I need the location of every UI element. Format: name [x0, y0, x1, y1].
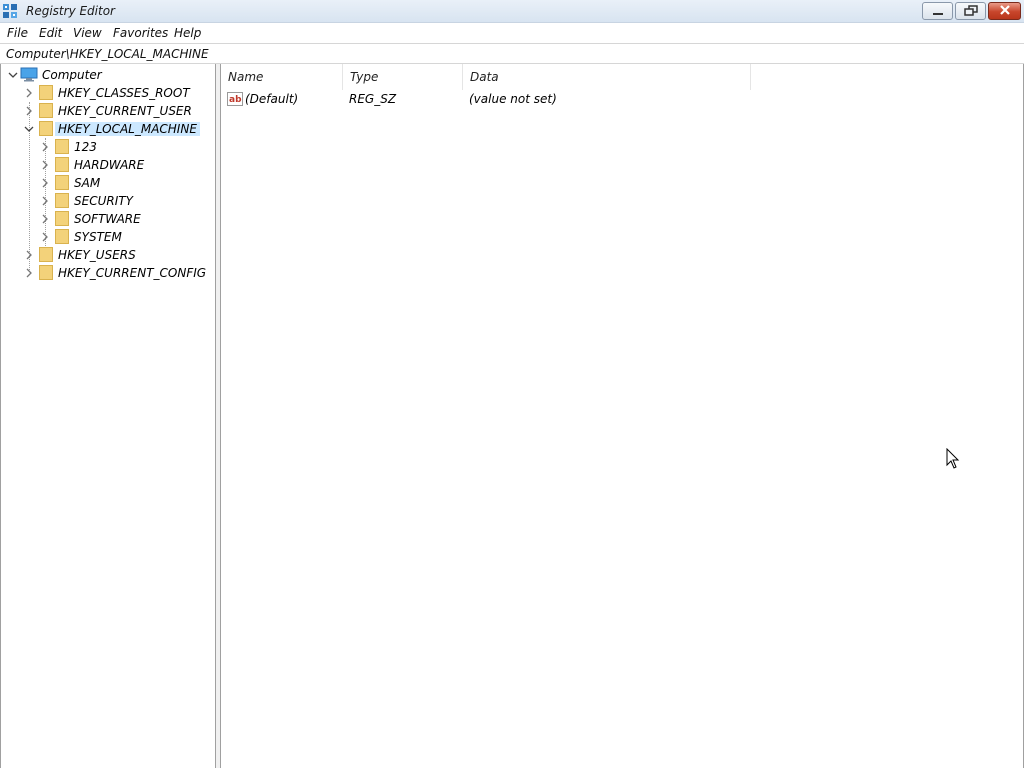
registry-editor-icon	[3, 4, 17, 18]
values-list-pane[interactable]: Name Type Data ab (Default) REG_SZ (valu…	[220, 64, 1024, 768]
chevron-right-icon[interactable]	[40, 160, 50, 170]
window-title: Registry Editor	[26, 4, 115, 18]
chevron-right-icon[interactable]	[24, 106, 34, 116]
tree-item-system[interactable]: SYSTEM	[1, 228, 215, 246]
tree-item-123[interactable]: 123	[1, 138, 215, 156]
chevron-right-icon[interactable]	[24, 250, 34, 260]
folder-icon	[39, 247, 53, 262]
tree-item-security[interactable]: SECURITY	[1, 192, 215, 210]
tree-item-hkey-current-config[interactable]: HKEY_CURRENT_CONFIG	[1, 264, 215, 282]
menu-favorites[interactable]: Favorites	[113, 26, 168, 40]
folder-icon	[55, 139, 69, 154]
menu-file[interactable]: File	[7, 26, 28, 40]
address-path[interactable]: Computer\HKEY_LOCAL_MACHINE	[6, 47, 209, 61]
tree-item-label: Computer	[42, 68, 102, 82]
value-type: REG_SZ	[349, 92, 397, 106]
folder-icon	[39, 265, 53, 280]
tree-item-label: HKEY_CLASSES_ROOT	[58, 86, 190, 100]
tree-item-hkey-local-machine[interactable]: HKEY_LOCAL_MACHINE	[1, 120, 215, 138]
title-bar[interactable]: Registry Editor	[0, 0, 1024, 23]
tree-item-sam[interactable]: SAM	[1, 174, 215, 192]
folder-icon	[39, 103, 53, 118]
menu-edit[interactable]: Edit	[39, 26, 62, 40]
tree-item-label: HKEY_CURRENT_USER	[58, 104, 192, 118]
close-button[interactable]	[988, 2, 1021, 20]
chevron-right-icon[interactable]	[24, 268, 34, 278]
tree-item-hkey-current-user[interactable]: HKEY_CURRENT_USER	[1, 102, 215, 120]
value-row[interactable]: ab (Default) REG_SZ (value not set)	[221, 64, 1021, 110]
menu-bar: File Edit View Favorites Help	[0, 23, 1024, 43]
chevron-right-icon[interactable]	[40, 178, 50, 188]
tree-item-software[interactable]: SOFTWARE	[1, 210, 215, 228]
minimize-icon	[933, 13, 943, 15]
tree-item-hkey-users[interactable]: HKEY_USERS	[1, 246, 215, 264]
tree-item-label: SOFTWARE	[74, 212, 141, 226]
folder-open-icon	[39, 121, 53, 136]
tree-item-computer[interactable]: Computer	[1, 66, 215, 84]
tree-item-label: HKEY_USERS	[58, 248, 136, 262]
tree-pane[interactable]: Computer HKEY_CLASSES_ROOT HKEY_CURRENT_…	[0, 64, 216, 768]
restore-icon	[964, 5, 978, 16]
string-value-icon: ab	[227, 92, 243, 106]
chevron-right-icon[interactable]	[24, 88, 34, 98]
tree-item-label: 123	[74, 140, 97, 154]
folder-icon	[55, 229, 69, 244]
chevron-down-icon[interactable]	[24, 124, 34, 134]
minimize-button[interactable]	[922, 2, 953, 20]
mouse-cursor-icon	[946, 448, 960, 469]
restore-button[interactable]	[955, 2, 986, 20]
chevron-down-icon[interactable]	[8, 70, 18, 80]
menu-view[interactable]: View	[73, 26, 102, 40]
tree-item-hardware[interactable]: HARDWARE	[1, 156, 215, 174]
tree-item-label: HKEY_CURRENT_CONFIG	[58, 266, 207, 280]
value-name: (Default)	[245, 92, 299, 106]
folder-icon	[55, 157, 69, 172]
chevron-right-icon[interactable]	[40, 214, 50, 224]
chevron-right-icon[interactable]	[40, 232, 50, 242]
tree-item-hkey-classes-root[interactable]: HKEY_CLASSES_ROOT	[1, 84, 215, 102]
chevron-right-icon[interactable]	[40, 142, 50, 152]
tree-item-label: SECURITY	[74, 194, 133, 208]
tree-item-label: SAM	[74, 176, 101, 190]
folder-icon	[55, 193, 69, 208]
tree-item-label: HKEY_LOCAL_MACHINE	[55, 122, 200, 136]
tree-item-label: SYSTEM	[74, 230, 122, 244]
folder-icon	[55, 175, 69, 190]
close-icon	[1000, 5, 1010, 15]
tree-item-label: HARDWARE	[74, 158, 145, 172]
svg-text:ab: ab	[229, 95, 242, 105]
address-bar[interactable]: Computer\HKEY_LOCAL_MACHINE	[0, 43, 1024, 64]
value-data: (value not set)	[469, 92, 557, 106]
menu-help[interactable]: Help	[174, 26, 201, 40]
computer-icon	[20, 67, 38, 82]
folder-icon	[39, 85, 53, 100]
chevron-right-icon[interactable]	[40, 196, 50, 206]
folder-icon	[55, 211, 69, 226]
